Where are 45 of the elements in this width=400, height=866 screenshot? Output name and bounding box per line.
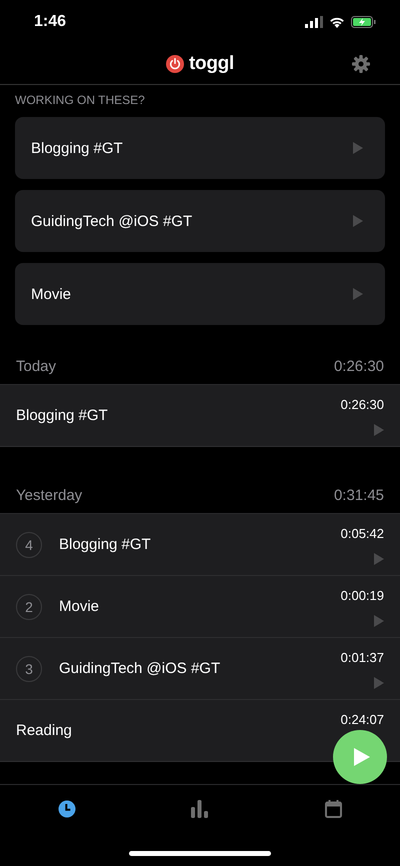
entry-duration: 0:01:37	[340, 650, 384, 665]
suggestion-card[interactable]: Movie	[15, 263, 385, 325]
entry-duration: 0:00:19	[340, 588, 384, 603]
group-count[interactable]: 4	[16, 532, 42, 558]
wifi-icon	[329, 16, 345, 28]
start-timer-button[interactable]	[333, 730, 387, 784]
signal-icon	[305, 16, 323, 28]
entry-description: Blogging #GT	[16, 407, 109, 424]
calendar-icon[interactable]	[324, 800, 342, 818]
day-total: 0:26:30	[334, 358, 384, 374]
entry-duration: 0:05:42	[340, 526, 384, 541]
group-count[interactable]: 3	[16, 656, 42, 682]
day-total: 0:31:45	[334, 486, 384, 504]
time-entry-row[interactable]: Reading 0:24:07	[0, 700, 400, 762]
logo-text: toggl	[189, 53, 234, 75]
play-icon[interactable]	[374, 424, 384, 436]
play-icon[interactable]	[353, 142, 363, 154]
status-time: 1:46	[34, 13, 66, 31]
clock-icon[interactable]	[58, 800, 76, 818]
power-logo-icon	[166, 55, 184, 73]
entry-description: Reading	[16, 722, 73, 739]
entry-description: Movie	[59, 598, 100, 615]
day-label: Today	[16, 358, 56, 374]
entry-description: Blogging #GT	[59, 536, 152, 553]
play-icon[interactable]	[353, 215, 363, 227]
time-entry-row[interactable]: 3 GuidingTech @iOS #GT 0:01:37	[0, 638, 400, 700]
entry-duration: 0:26:30	[340, 397, 384, 412]
bar-chart-icon[interactable]	[191, 800, 208, 818]
suggestion-card[interactable]: GuidingTech @iOS #GT	[15, 190, 385, 252]
settings-icon[interactable]	[352, 55, 370, 73]
time-entry-row[interactable]: 4 Blogging #GT 0:05:42	[0, 514, 400, 576]
group-count[interactable]: 2	[16, 594, 42, 620]
suggestion-card[interactable]: Blogging #GT	[15, 117, 385, 179]
play-icon[interactable]	[374, 677, 384, 689]
time-entry-row[interactable]: 2 Movie 0:00:19	[0, 576, 400, 638]
day-label: Yesterday	[16, 486, 82, 504]
entry-duration: 0:24:07	[340, 712, 384, 727]
battery-icon	[351, 16, 376, 28]
play-icon[interactable]	[353, 288, 363, 300]
time-entry-row[interactable]: Blogging #GT 0:26:30	[0, 385, 400, 447]
play-icon[interactable]	[374, 553, 384, 565]
play-icon	[354, 748, 370, 766]
section-title: WORKING ON THESE?	[15, 93, 146, 107]
play-icon[interactable]	[374, 615, 384, 627]
entry-description: GuidingTech @iOS #GT	[59, 660, 222, 677]
